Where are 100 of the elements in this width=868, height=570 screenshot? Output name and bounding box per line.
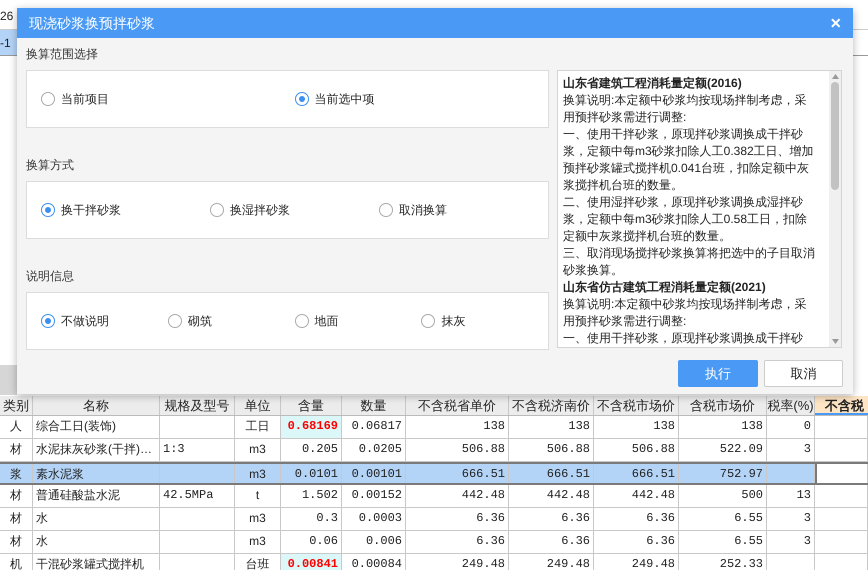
- table-cell: 材: [0, 531, 33, 553]
- radio-button[interactable]: [294, 92, 308, 106]
- table-cell: 0.3: [281, 508, 342, 530]
- column-header[interactable]: 名称: [33, 396, 160, 415]
- table-cell: m3: [235, 464, 281, 483]
- table-row[interactable]: 浆 素水泥浆 m3 0.0101 0.00101 666.51 666.51 666.51 752.97: [0, 462, 868, 485]
- notes-heading: 山东省建筑工程消耗量定额(2016): [563, 75, 743, 92]
- table-cell: 249.48: [509, 554, 594, 570]
- table-row[interactable]: 机 干混砂浆罐式搅拌机 台班 0.00841 0.00084 249.48 249.48 249.48 252.33: [0, 554, 868, 570]
- notes-paragraph: 一、使用干拌砂浆，原现拌砂浆调换成干拌砂: [563, 330, 804, 347]
- radio-button[interactable]: [294, 314, 308, 328]
- table-cell: 干混砂浆罐式搅拌机: [33, 554, 160, 570]
- table-row[interactable]: 材 水 m3 0.06 0.006 6.36 6.36 6.36 6.55 3: [0, 531, 868, 554]
- table-cell: 3: [767, 439, 815, 461]
- scroll-thumb[interactable]: [831, 82, 839, 190]
- column-header[interactable]: 规格及型号: [160, 396, 235, 415]
- table-row[interactable]: 材 水 m3 0.3 0.0003 6.36 6.36 6.36 6.55 3: [0, 508, 868, 531]
- scrollbar[interactable]: [829, 71, 841, 347]
- column-header[interactable]: 不含税市场价: [594, 396, 679, 415]
- table-cell: 水: [33, 508, 160, 530]
- table-cell: 138: [406, 416, 509, 438]
- table-cell: m3: [235, 508, 281, 530]
- table-cell: 522.09: [679, 439, 767, 461]
- scroll-up-icon[interactable]: [832, 74, 838, 79]
- table-cell: 0.06: [281, 531, 342, 553]
- radio-option[interactable]: 不做说明: [41, 312, 168, 330]
- table-cell: 138: [594, 416, 679, 438]
- group-label: 换算范围选择: [26, 46, 99, 62]
- table-cell: 506.88: [406, 439, 509, 461]
- radio-button[interactable]: [41, 314, 55, 328]
- table-cell: 752.97: [679, 464, 767, 483]
- table-cell: 素水泥浆: [33, 464, 160, 483]
- table-cell: 1.502: [281, 485, 342, 507]
- table-cell: 6.55: [679, 531, 767, 553]
- table-cell: 138: [509, 416, 594, 438]
- table-cell: 442.48: [509, 485, 594, 507]
- radio-option[interactable]: 换湿拌砂浆: [210, 201, 379, 219]
- column-header[interactable]: 单位: [235, 396, 281, 415]
- radio-button[interactable]: [168, 314, 182, 328]
- table-cell: 材: [0, 439, 33, 461]
- table-cell: -1: [0, 30, 17, 55]
- table-cell: 0.00152: [342, 485, 406, 507]
- table-cell: 506.88: [594, 439, 679, 461]
- table-cell: 浆: [0, 464, 33, 483]
- table-cell: 0.00084: [342, 554, 406, 570]
- cancel-button[interactable]: 取消: [764, 360, 843, 387]
- table-cell: 人: [0, 416, 33, 438]
- table-cell: 249.48: [406, 554, 509, 570]
- radio-button[interactable]: [421, 314, 436, 328]
- table-cell: 252.33: [679, 554, 767, 570]
- table-cell: m3: [235, 531, 281, 553]
- table-cell: 666.51: [406, 464, 509, 483]
- radio-option[interactable]: 换干拌砂浆: [41, 201, 210, 219]
- radio-button[interactable]: [379, 203, 393, 217]
- column-header[interactable]: 数量: [342, 396, 406, 415]
- tab-button[interactable]: [0, 365, 17, 395]
- group-label: 换算方式: [26, 157, 75, 173]
- table-cell: 3: [767, 531, 815, 553]
- table-cell: 材: [0, 485, 33, 507]
- table-cell: 1:3: [160, 439, 235, 461]
- radio-button[interactable]: [41, 92, 55, 106]
- table-cell: 442.48: [594, 485, 679, 507]
- table-cell: 0.0101: [281, 464, 342, 483]
- table-cell: 6.36: [406, 508, 509, 530]
- table-cell: 普通硅酸盐水泥: [33, 485, 160, 507]
- radio-option[interactable]: 地面: [294, 312, 422, 330]
- column-header[interactable]: 不含税: [815, 396, 868, 415]
- table-cell: 材: [0, 508, 33, 530]
- notes-paragraph: 三、取消现场搅拌砂浆换算将把选中的子目取消砂浆换算。: [563, 245, 816, 279]
- table-row[interactable]: 人 综合工日(装饰) 工日 0.68169 0.06817 138 138 138 138 0: [0, 416, 868, 439]
- radio-button[interactable]: [41, 203, 55, 217]
- radio-option[interactable]: 取消换算: [379, 201, 548, 219]
- table-cell: 0.00841: [281, 554, 342, 570]
- column-header[interactable]: 含量: [281, 396, 342, 415]
- column-header[interactable]: 含税市场价: [679, 396, 767, 415]
- table-cell: 6.36: [406, 531, 509, 553]
- table-cell: 6.36: [594, 508, 679, 530]
- notes-paragraph: 二、使用湿拌砂浆，原现拌砂浆调换成湿拌砂浆，定额中每m3砂浆扣除人工0.58工日，扣除定额中灰浆搅拌机台班的数量。: [563, 194, 808, 245]
- notes-paragraph: 一、使用干拌砂浆，原现拌砂浆调换成干拌砂浆，定额中每m3砂浆扣除人工0.382工日、增加预拌砂浆罐式搅拌机0.041台班，扣除定额中灰浆搅拌机台班的数量。: [563, 126, 815, 194]
- column-header[interactable]: 不含税济南价: [509, 396, 594, 415]
- table-cell: 3: [767, 508, 815, 530]
- table-cell: 机: [0, 554, 33, 570]
- radio-option[interactable]: 抹灰: [421, 312, 548, 330]
- table-cell: 0.0003: [342, 508, 406, 530]
- table-cell: 0.205: [281, 439, 342, 461]
- radio-option[interactable]: 当前项目: [41, 90, 294, 108]
- radio-option[interactable]: 当前选中项: [294, 90, 548, 108]
- table-cell: 0.00101: [342, 464, 406, 483]
- table-cell: 6.36: [594, 531, 679, 553]
- table-cell: 42.5MPa: [160, 485, 235, 507]
- table-cell: m3: [235, 439, 281, 461]
- scroll-down-icon[interactable]: [832, 339, 838, 344]
- column-header[interactable]: 类别: [0, 396, 33, 415]
- table-cell: 0.06817: [342, 416, 406, 438]
- radio-option[interactable]: 砌筑: [168, 312, 294, 330]
- table-row[interactable]: 材 普通硅酸盐水泥 42.5MPa t 1.502 0.00152 442.48 442.48 442.48 500 13: [0, 485, 868, 508]
- notes-paragraph: 换算说明:本定额中砂浆均按现场拌制考虑，采用预拌砂浆需进行调整:: [563, 92, 808, 126]
- radio-button[interactable]: [210, 203, 224, 217]
- column-header[interactable]: 不含税省单价: [406, 396, 509, 415]
- column-header[interactable]: 税率(%): [767, 396, 815, 415]
